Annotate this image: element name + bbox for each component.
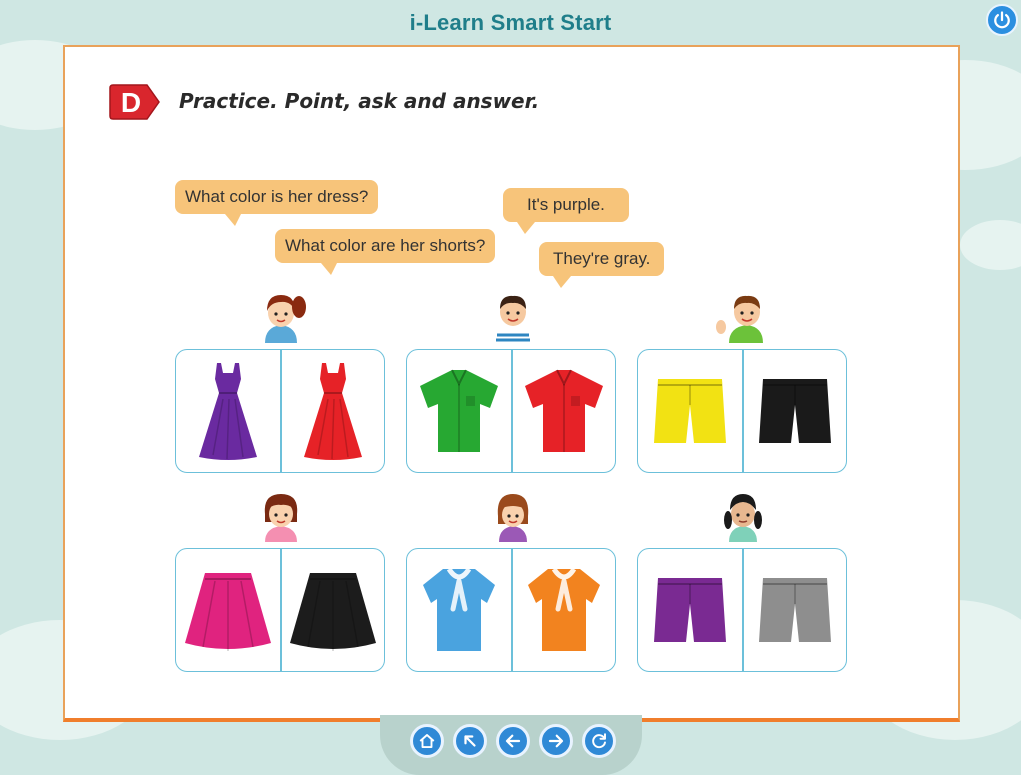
shorts-icon [654, 379, 726, 443]
shirt-icon [420, 369, 498, 452]
cloth-shape [528, 567, 600, 651]
background-cloud [960, 220, 1021, 270]
speech-bubble-question-1: What color is her dress? [175, 180, 379, 214]
boy-striped-shirt-icon [495, 295, 531, 343]
clothing-option[interactable] [638, 549, 742, 671]
clothing-option[interactable] [281, 350, 385, 472]
arrow-right-icon [548, 734, 564, 748]
skirt-icon [290, 573, 376, 651]
clothing-option[interactable] [281, 549, 385, 671]
next-button[interactable] [539, 724, 573, 758]
power-icon [994, 11, 1010, 29]
clothing-option[interactable] [743, 549, 847, 671]
speech-bubble-answer-1: It's purple. [503, 188, 629, 222]
cloth-shape [654, 379, 726, 443]
clothing-card[interactable] [175, 548, 385, 672]
cloth-shape [420, 369, 498, 452]
cloth-shape [759, 379, 831, 443]
clothing-option[interactable] [176, 350, 280, 472]
clothing-card[interactable] [406, 548, 616, 672]
back-to-menu-button[interactable] [453, 724, 487, 758]
shorts-icon [654, 578, 726, 642]
section-letter: D [121, 87, 141, 118]
speech-bubble-answer-2: They're gray. [539, 242, 665, 276]
blouse-icon [423, 567, 495, 651]
replay-button[interactable] [582, 724, 616, 758]
shorts-icon [759, 379, 831, 443]
skirt-icon [185, 573, 271, 651]
cloth-shape [759, 578, 831, 642]
bubble-tail [225, 214, 241, 226]
clothing-card[interactable] [406, 349, 616, 473]
instruction-text: Practice. Point, ask and answer. [179, 89, 540, 113]
power-button[interactable] [986, 4, 1018, 36]
arrow-left-icon [505, 734, 521, 748]
home-button[interactable] [410, 724, 444, 758]
app-title: i-Learn Smart Start [409, 10, 612, 35]
cloth-shape [290, 573, 376, 651]
arrow-up-left-icon [464, 735, 476, 747]
clothing-option[interactable] [512, 350, 616, 472]
cloth-shape [185, 573, 271, 651]
clothing-option[interactable] [512, 549, 616, 671]
clothing-card[interactable] [175, 349, 385, 473]
boy-waving-icon [716, 295, 763, 343]
speech-bubble-question-2: What color are her shorts? [275, 229, 496, 263]
cloth-shape [199, 363, 257, 460]
girl-short-hair-icon [264, 494, 298, 542]
cloth-shape [525, 369, 603, 452]
cloth-shape [423, 567, 495, 651]
section-badge: D [109, 84, 160, 120]
shorts-icon [759, 578, 831, 642]
previous-button[interactable] [496, 724, 530, 758]
clothing-card[interactable] [637, 548, 847, 672]
dress-icon [199, 363, 257, 460]
blouse-icon [528, 567, 600, 651]
home-icon [419, 734, 435, 748]
cloth-shape [304, 363, 362, 460]
clothing-option[interactable] [743, 350, 847, 472]
girl-bob-icon [497, 494, 529, 542]
lesson-page: D Practice. Point, ask and answer. What … [63, 45, 960, 722]
clothing-option[interactable] [407, 350, 511, 472]
girl-braids-icon [724, 494, 762, 542]
clothing-option[interactable] [407, 549, 511, 671]
bubble-tail [321, 263, 337, 275]
cloth-shape [654, 578, 726, 642]
clothing-option[interactable] [638, 350, 742, 472]
clothing-card[interactable] [637, 349, 847, 473]
bubble-tail [553, 276, 571, 288]
dress-icon [304, 363, 362, 460]
clothing-option[interactable] [176, 549, 280, 671]
shirt-icon [525, 369, 603, 452]
girl-ponytail-icon [265, 295, 306, 343]
bubble-tail [517, 222, 535, 234]
refresh-icon [592, 733, 606, 749]
